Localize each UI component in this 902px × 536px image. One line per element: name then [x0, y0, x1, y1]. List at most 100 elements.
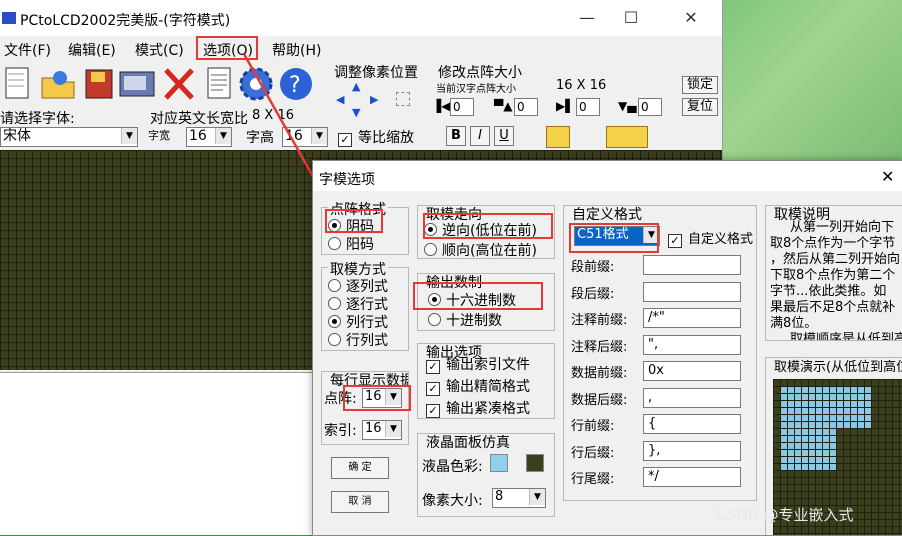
current-size-label: 当前汉字点阵大小	[436, 84, 516, 95]
italic-button[interactable]: I	[470, 126, 490, 146]
arrow-right-icon[interactable]: ▶	[370, 93, 382, 106]
custom-row-input[interactable]	[643, 255, 741, 275]
custom-row-label: 段前缀:	[571, 260, 615, 275]
custom-row-label: 行后缀:	[571, 446, 615, 461]
explanation-line: 果最后不足8个点就补	[770, 300, 896, 315]
dot-count-highlight	[343, 385, 411, 411]
custom-row-label: 注释后缀:	[571, 340, 628, 355]
char-width-select[interactable]: 16 ▼	[186, 127, 232, 147]
center-position-icon[interactable]	[396, 92, 410, 106]
bold-button[interactable]: B	[446, 126, 466, 146]
custom-row-input[interactable]: */	[643, 467, 741, 487]
custom-row-input[interactable]: /*"	[643, 308, 741, 328]
checkbox-checked: ✓	[338, 133, 352, 147]
arrow-up-icon[interactable]: ▲	[352, 80, 364, 93]
lcd-on-color-swatch[interactable]	[490, 454, 508, 472]
shrink-width-icon[interactable]: ▐◀	[432, 99, 450, 113]
explanation-line: 满8位。	[770, 316, 818, 331]
spin-width-left[interactable]: 0	[450, 98, 474, 116]
lock-button[interactable]: 锁定	[682, 76, 718, 94]
custom-format-checkbox[interactable]: ✓ 自定义格式	[668, 228, 753, 248]
menu-file[interactable]: 文件(F)	[4, 40, 51, 60]
radio-dot	[328, 333, 341, 346]
radio-by-column[interactable]: 逐列式	[328, 276, 388, 296]
radio-column-row[interactable]: 列行式	[328, 312, 388, 332]
title-bar: PCtoLCD2002完美版-(字符模式) — ☐ ✕	[0, 0, 722, 36]
custom-row-label: 段后缀:	[571, 287, 615, 302]
index-count-select[interactable]: 16 ▼	[362, 420, 402, 440]
spin-height-bottom[interactable]: 0	[638, 98, 662, 116]
delete-icon[interactable]	[160, 64, 200, 104]
font-options-dialog: 字模选项 ✕ 点阵格式 阴码 阳码 取模方式 逐列式 逐行式 列行式 行列式 每…	[312, 160, 902, 536]
option-label: 顺向(高位在前)	[442, 243, 537, 259]
menu-edit[interactable]: 编辑(E)	[68, 40, 116, 60]
option-label: 阳码	[346, 237, 374, 253]
ok-button[interactable]: 确 定	[331, 457, 389, 479]
group-caption: 取模演示(从低位到高位)	[772, 358, 902, 375]
option-label: 输出精简格式	[446, 379, 530, 395]
spin-value: 0	[453, 100, 461, 114]
arrow-down-icon[interactable]: ▼	[352, 106, 364, 119]
spin-height-top[interactable]: 0	[514, 98, 538, 116]
radio-dot	[328, 315, 341, 328]
radio-decimal[interactable]: 十进制数	[428, 310, 502, 330]
explanation-line: 取8个点作为一个字节	[770, 236, 896, 251]
radio-forward[interactable]: 顺向(高位在前)	[424, 240, 537, 259]
checkbox-checked: ✓	[668, 234, 682, 248]
grow-width-icon[interactable]: ▶▌	[556, 99, 574, 113]
dialog-close-icon[interactable]: ✕	[881, 167, 894, 186]
explanation-text: 从第一列开始向下 取8个点作为一个字节 ，然后从第二列开始向 下取8个点作为第二…	[770, 220, 902, 340]
dot-size-label: 修改点阵大小	[438, 65, 522, 81]
width-ratio-label: 对应英文长宽比	[150, 111, 248, 127]
shrink-top-icon[interactable]: ▀▲	[494, 99, 512, 113]
custom-row-input[interactable]: },	[643, 441, 741, 461]
option-label: 输出索引文件	[446, 357, 530, 373]
char-width-value: 16	[189, 128, 207, 144]
restore-button[interactable]: 复位	[682, 98, 718, 116]
grow-bottom-icon[interactable]: ▼▄	[618, 99, 636, 113]
explanation-line: 下取8个点作为第二个	[770, 268, 896, 283]
custom-row-input[interactable]	[643, 282, 741, 302]
new-file-icon[interactable]	[0, 64, 40, 104]
document-icon[interactable]	[200, 64, 240, 104]
underline-button[interactable]: U	[494, 126, 514, 146]
char-width-label: 字宽	[148, 129, 170, 142]
custom-row-input[interactable]: ",	[643, 335, 741, 355]
save-icon[interactable]	[80, 64, 120, 104]
radio-by-row[interactable]: 逐行式	[328, 294, 388, 314]
custom-row-input[interactable]: {	[643, 414, 741, 434]
lcd-device-icon[interactable]	[118, 64, 158, 104]
checkbox-compact[interactable]: ✓ 输出精简格式	[426, 376, 530, 396]
option-label: 逐行式	[346, 297, 388, 313]
rotate-icon[interactable]	[546, 126, 570, 148]
lcd-bg-color-swatch[interactable]	[526, 454, 544, 472]
radio-row-column[interactable]: 行列式	[328, 330, 388, 350]
chevron-down-icon: ▼	[385, 421, 401, 437]
custom-row-input[interactable]: 0x	[643, 361, 741, 381]
custom-row-input[interactable]: ,	[643, 388, 741, 408]
dialog-title-bar: 字模选项 ✕	[313, 161, 902, 191]
cancel-button[interactable]: 取 消	[331, 491, 389, 513]
radio-positive[interactable]: 阳码	[328, 234, 374, 254]
minimize-button[interactable]: —	[572, 8, 602, 28]
format-highlight	[569, 223, 659, 253]
checkbox-tight[interactable]: ✓ 输出紧凑格式	[426, 398, 530, 418]
dialog-title: 字模选项	[319, 172, 375, 188]
menu-mode[interactable]: 模式(C)	[135, 40, 184, 60]
font-select[interactable]: 宋体 ▼	[0, 127, 138, 147]
checkbox-index-file[interactable]: ✓ 输出索引文件	[426, 354, 530, 374]
close-button[interactable]: ✕	[676, 8, 706, 28]
radio-dot	[328, 297, 341, 310]
pixel-size-label: 像素大小:	[422, 493, 483, 509]
radio-dot	[428, 313, 441, 326]
app-icon	[2, 12, 16, 24]
mirror-icon[interactable]	[606, 126, 648, 148]
open-folder-icon[interactable]	[38, 64, 78, 104]
maximize-button[interactable]: ☐	[616, 8, 646, 28]
proportional-checkbox[interactable]: ✓ 等比缩放	[338, 127, 414, 147]
group-caption: 液晶面板仿真	[424, 434, 512, 452]
scan-mode-group: 取模方式 逐列式 逐行式 列行式 行列式	[321, 259, 409, 351]
spin-width-right[interactable]: 0	[576, 98, 600, 116]
font-value: 宋体	[3, 128, 31, 144]
pixel-size-select[interactable]: 8 ▼	[492, 488, 546, 508]
